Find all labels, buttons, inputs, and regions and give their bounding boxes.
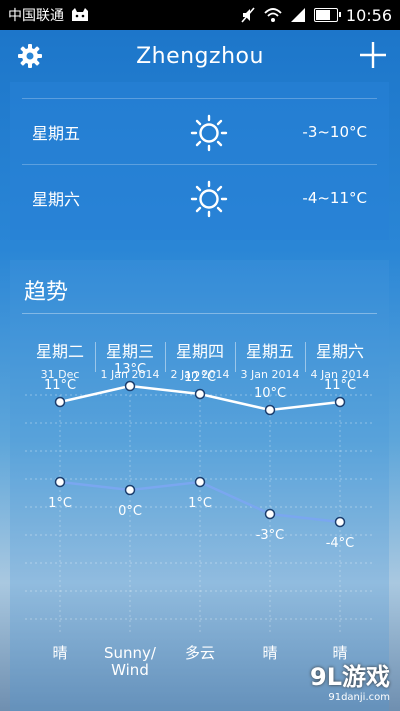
daily-forecast-panel: 星期五 -3~10°C 星期六 -4~11°C — [10, 82, 389, 240]
data-point — [334, 516, 346, 528]
add-city-plus-icon[interactable] — [358, 40, 388, 70]
app-header: Zhengzhou — [0, 30, 400, 82]
condition-label: Sunny/ Wind — [104, 644, 156, 679]
data-label: 1°C — [188, 496, 212, 511]
data-label: -4°C — [326, 536, 355, 551]
data-point — [264, 508, 276, 520]
data-point — [334, 396, 346, 408]
forecast-day: 星期五 — [32, 124, 81, 143]
signal-icon — [290, 8, 305, 22]
forecast-row[interactable]: 星期五 -3~10°C — [22, 98, 377, 165]
data-point — [194, 388, 206, 400]
carrier-name: 中国联通 — [8, 8, 64, 24]
status-bar: 中国联通 10:56 — [0, 0, 400, 30]
forecast-row[interactable]: 星期六 -4~11°C — [22, 164, 377, 231]
data-label: 1°C — [48, 496, 72, 511]
watermark-url: 91danji.com — [328, 692, 390, 703]
data-label: -3°C — [256, 528, 285, 543]
data-point — [54, 396, 66, 408]
city-title: Zhengzhou — [136, 43, 264, 69]
data-point — [124, 484, 136, 496]
clock: 10:56 — [345, 5, 392, 25]
mute-icon — [241, 7, 255, 23]
condition-label: 晴 — [262, 644, 278, 662]
settings-gear-icon[interactable] — [16, 42, 44, 70]
data-label: 11°C — [324, 378, 356, 393]
battery-icon — [313, 8, 341, 22]
data-label: 10°C — [254, 386, 286, 401]
watermark-logo: 9L游戏 — [310, 663, 390, 691]
wifi-icon — [264, 8, 282, 22]
trend-panel: 趋势 星期二 31 Dec 星期三 1 Jan 2014 星期四 2 Jan 2… — [10, 260, 389, 711]
condition-label: 晴 — [52, 644, 68, 662]
forecast-temp-range: -3~10°C — [302, 123, 367, 141]
data-point — [264, 404, 276, 416]
data-point — [124, 380, 136, 392]
sun-icon — [190, 114, 228, 152]
notification-cat-icon — [72, 8, 88, 21]
site-watermark: 9L游戏 91danji.com — [310, 657, 390, 703]
data-point — [194, 476, 206, 488]
forecast-day: 星期六 — [32, 190, 81, 209]
forecast-temp-range: -4~11°C — [302, 189, 367, 207]
data-label: 12°C — [184, 370, 216, 385]
sun-icon — [190, 180, 228, 218]
data-label: 11°C — [44, 378, 76, 393]
data-label: 13°C — [114, 362, 146, 377]
data-point — [54, 476, 66, 488]
condition-label: 多云 — [184, 644, 215, 662]
data-label: 0°C — [118, 504, 142, 519]
